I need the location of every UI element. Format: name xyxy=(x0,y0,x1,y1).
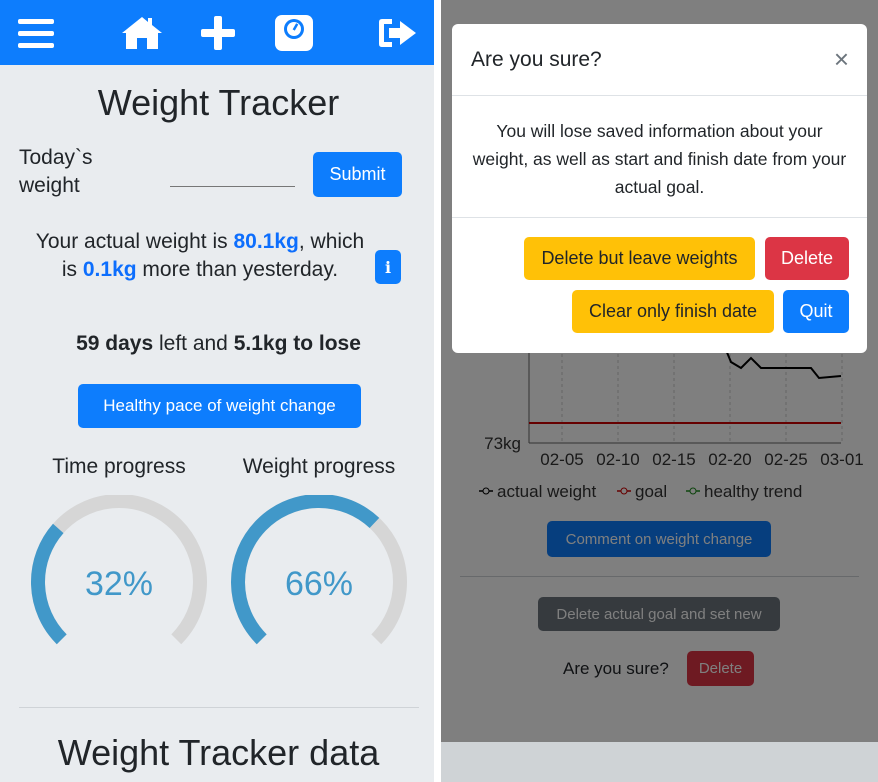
modal-body-text: You will lose saved information about yo… xyxy=(472,121,847,197)
right-screen: 83kg78kg73kg02-0502-1002-1502-2002-2503-… xyxy=(441,0,878,782)
weight-diff-value: 0.1kg xyxy=(82,258,137,281)
quit-button[interactable]: Quit xyxy=(783,290,849,333)
weight-input[interactable] xyxy=(170,186,295,187)
today-weight-label-2: weight xyxy=(19,174,80,197)
home-icon[interactable] xyxy=(120,12,164,54)
menu-icon[interactable] xyxy=(14,12,58,54)
status-suffix: more than yesterday. xyxy=(136,258,339,281)
remaining-text: 59 days left and 5.1kg to lose xyxy=(0,330,434,358)
remaining-mid: left and xyxy=(153,332,234,355)
delete-leave-weights-button[interactable]: Delete but leave weights xyxy=(524,237,755,280)
time-progress-label: Time progress xyxy=(52,455,186,478)
weight-progress-value: 66% xyxy=(284,565,354,603)
modal-title: Are you sure? xyxy=(471,48,602,71)
scale-icon[interactable] xyxy=(272,12,316,54)
logout-icon[interactable] xyxy=(376,12,420,54)
footer-strip xyxy=(441,742,878,782)
healthy-pace-button[interactable]: Healthy pace of weight change xyxy=(78,384,361,428)
left-screen: Weight Tracker Today`s weight Submit You… xyxy=(0,0,437,782)
days-left: 59 days xyxy=(76,332,154,355)
clear-finish-date-button[interactable]: Clear only finish date xyxy=(572,290,774,333)
kg-to-lose: 5.1kg to lose xyxy=(233,332,361,355)
data-section-title: Weight Tracker data xyxy=(57,732,380,773)
modal-header: Are you sure? × xyxy=(452,24,867,96)
modal-delete-button[interactable]: Delete xyxy=(765,237,849,280)
modal-footer-divider xyxy=(452,217,867,218)
weight-progress-label: Weight progress xyxy=(242,455,396,478)
close-icon[interactable]: × xyxy=(834,44,849,75)
weight-status-text: Your actual weight is 80.1kg, which is 0… xyxy=(30,228,370,284)
plus-icon[interactable] xyxy=(196,12,240,54)
actual-weight-value: 80.1kg xyxy=(233,230,299,253)
status-prefix: Your actual weight is xyxy=(35,230,234,253)
info-icon: i xyxy=(384,257,392,277)
time-progress-value: 32% xyxy=(84,565,154,603)
today-weight-label-1: Today`s xyxy=(19,146,93,169)
divider xyxy=(19,707,419,708)
confirm-modal: Are you sure? × You will lose saved info… xyxy=(452,24,867,353)
info-button[interactable]: i xyxy=(375,250,401,284)
page-title: Weight Tracker xyxy=(97,82,340,123)
submit-button[interactable]: Submit xyxy=(313,152,402,197)
navbar xyxy=(0,0,434,65)
